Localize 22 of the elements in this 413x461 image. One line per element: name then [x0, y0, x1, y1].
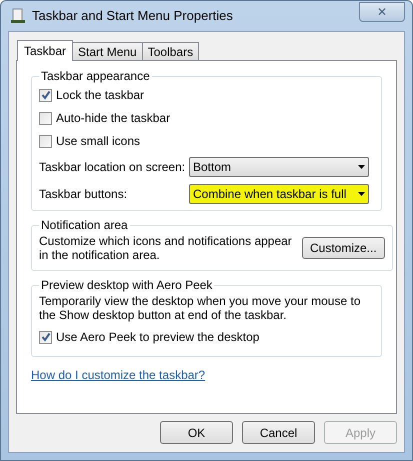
description-text: Temporarily view the desktop when you move your mouse to the Show desktop button at end of the taskbar. [39, 294, 362, 322]
tab[interactable]: Toolbars [142, 42, 200, 60]
tab[interactable]: Start Menu [72, 42, 143, 60]
group-title: Preview desktop with Aero Peek [40, 277, 214, 294]
group-title: Notification area [40, 217, 129, 234]
description-text: Customize which icons and notifications appear in the notification area. [39, 234, 293, 262]
field-label: Taskbar buttons: [39, 186, 128, 203]
group-title: Taskbar appearance [40, 68, 151, 85]
dropdown[interactable]: Combine when taskbar is full [189, 184, 369, 204]
window-title: Taskbar and Start Menu Properties [32, 7, 233, 26]
field-label: Taskbar location on screen: [39, 159, 186, 176]
dialog-button[interactable]: OK [160, 421, 233, 444]
dropdown[interactable]: Bottom [189, 157, 369, 177]
checkbox-label: Lock the taskbar [56, 87, 144, 104]
close-button[interactable]: ✕ [359, 2, 405, 22]
checkbox-label: Use small icons [56, 133, 140, 150]
dialog-button[interactable]: Cancel [242, 421, 315, 444]
checkbox-label: Auto-hide the taskbar [56, 110, 170, 127]
checkbox-label: Use Aero Peek to preview the desktop [56, 329, 260, 346]
customize-button[interactable]: Customize... [302, 237, 385, 259]
tab[interactable]: Taskbar [17, 40, 74, 61]
help-link[interactable]: How do I customize the taskbar? [31, 366, 206, 384]
